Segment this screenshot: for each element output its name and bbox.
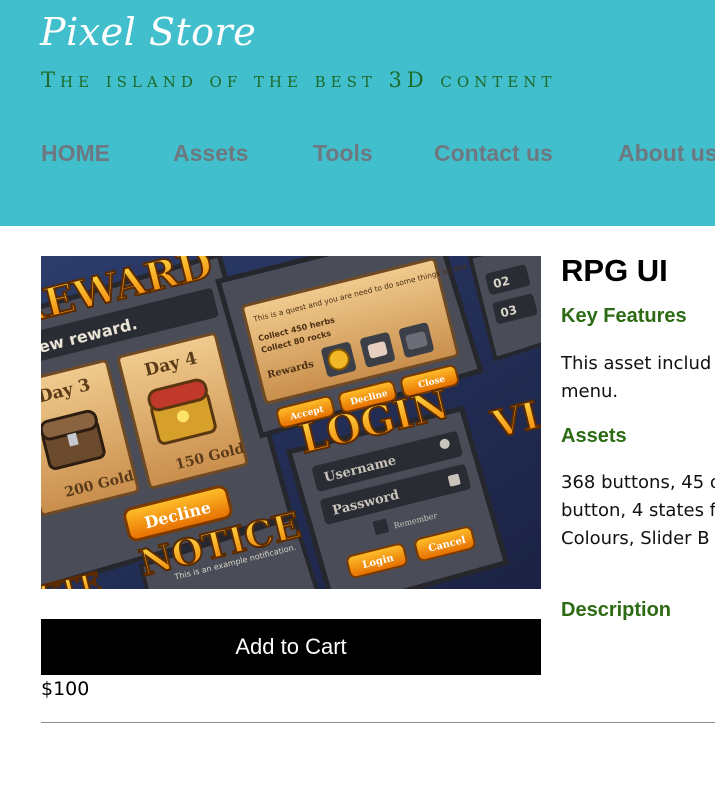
description-heading: Description	[561, 599, 672, 621]
site-header: Pixel Store The island of the best 3D co…	[0, 0, 715, 226]
product-title: RPG UI	[561, 253, 668, 288]
key-features-heading: Key Features	[561, 305, 687, 327]
product-image[interactable]: a new reward. Day 3 Day 4 200 Gold 150 G…	[41, 256, 541, 589]
nav-contact-us[interactable]: Contact us	[434, 140, 553, 167]
nav-tools[interactable]: Tools	[313, 140, 373, 167]
nav-assets[interactable]: Assets	[173, 140, 248, 167]
site-logo[interactable]: Pixel Store	[40, 10, 256, 54]
add-to-cart-button[interactable]: Add to Cart	[41, 619, 541, 675]
nav-home[interactable]: HOME	[41, 140, 110, 167]
assets-heading: Assets	[561, 425, 627, 447]
assets-text: 368 buttons, 45 of text button, 4 states…	[561, 472, 715, 549]
site-tagline: The island of the best 3D content	[41, 68, 557, 92]
product-details: RPG UI Key Features This asset includ cu…	[561, 253, 715, 633]
nav-about-us[interactable]: About us	[618, 140, 715, 167]
key-features-text: This asset includ custom menu.	[561, 353, 715, 402]
product-price: $100	[41, 678, 90, 700]
treasure-chest-icon	[147, 378, 217, 445]
content-divider	[41, 722, 715, 723]
